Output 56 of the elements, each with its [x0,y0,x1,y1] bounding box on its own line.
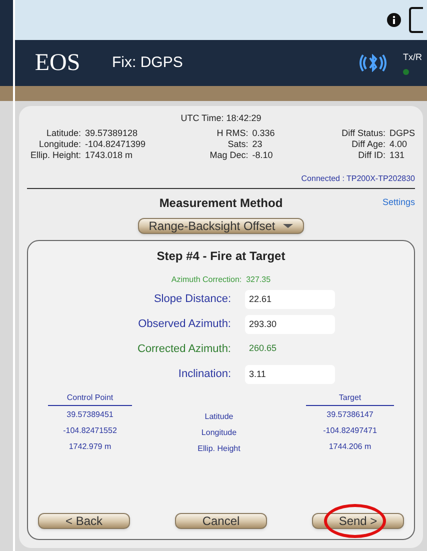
stat-label: Mag Dec: [208,150,248,160]
input-field[interactable]: 22.61 [245,290,335,308]
row-label: Ellip. Height [198,442,240,454]
step-title: Step #4 - Fire at Target [156,248,286,264]
field-label: Corrected Azimuth: [136,342,232,357]
section-title: Measurement Method [159,194,283,212]
nav-button[interactable]: Send > [312,513,404,529]
stat-value: -8.10 [252,150,273,160]
input-field[interactable]: 293.30 [245,314,335,334]
row-label: Longitude [201,426,237,438]
stat-value: 39.57389128 [85,128,138,138]
accent-bar [0,86,13,101]
stat-label: H RMS: [216,128,248,138]
txrx-label: Tx/R [403,51,422,64]
control-value: -104.82471552 [62,424,118,436]
stat-value: 0.336 [252,128,275,138]
field-label: Inclination: [177,366,232,382]
stat-value: DGPS [389,128,415,138]
target-value: 39.57386147 [326,408,374,420]
stat-label: Longitude: [38,138,81,150]
nav-button[interactable]: < Back [38,513,130,529]
info-icon[interactable] [387,13,401,27]
stat-value: 23 [252,138,262,150]
stat-value: 1743.018 m [85,150,133,160]
stat-label: Latitude: [45,128,81,138]
column-heading: Target [306,392,394,406]
tablet-icon [409,7,423,33]
target-value: -104.82497471 [322,424,378,436]
stat-label: Ellip. Height: [29,150,81,160]
connection-status: Connected : TP200X-TP202830 [301,172,415,184]
method-dropdown[interactable]: Range-Backsight Offset [138,218,304,234]
utc-time: UTC Time: 18:42:29 [180,112,262,125]
stat-value: 131 [389,150,404,160]
stat-label: Sats: [226,138,248,150]
input-field[interactable]: 3.11 [245,364,335,384]
control-value: 1742.979 m [68,440,112,452]
target-value: 1744.206 m [328,440,372,452]
field-label: Observed Azimuth: [137,316,232,332]
fix-status: Fix: DGPS [112,52,183,73]
stat-value: 4.00 [389,138,407,150]
bluetooth-icon[interactable] [359,54,387,72]
stat-value: -104.82471399 [85,138,146,150]
azimuth-correction: Azimuth Correction: 327.35 [170,274,272,286]
stat-label: Diff Age: [350,138,386,150]
computed-value: 260.65 [248,342,277,356]
settings-link[interactable]: Settings [382,196,415,209]
led-icon [403,68,409,75]
logo: EOS [34,49,82,78]
stat-label: Diff Status: [340,128,386,138]
field-label: Slope Distance: [152,292,232,307]
caret-icon [283,224,294,228]
stat-label: Diff ID: [357,150,386,160]
row-label: Latitude [204,410,234,422]
control-value: 39.57389451 [66,408,114,420]
column-heading: Control Point [48,392,132,406]
nav-button[interactable]: Cancel [175,513,267,529]
